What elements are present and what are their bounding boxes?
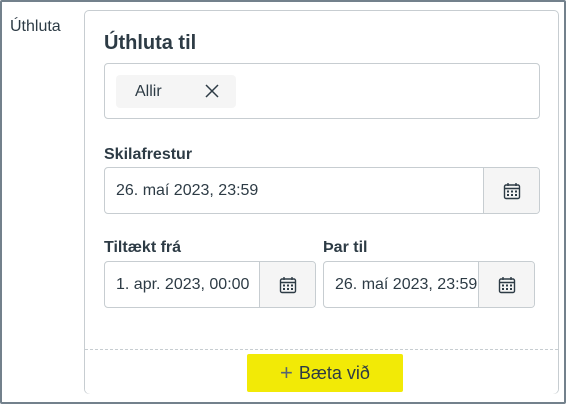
- available-from-input[interactable]: 1. apr. 2023, 00:00: [105, 262, 259, 307]
- assign-card-footer: + Bæta við: [85, 349, 558, 394]
- due-date-calendar-button[interactable]: [483, 168, 539, 213]
- assign-to-heading: Úthluta til: [104, 32, 197, 54]
- due-date-label: Skilafrestur: [104, 146, 193, 163]
- available-from-field[interactable]: 1. apr. 2023, 00:00: [104, 261, 316, 308]
- calendar-icon: [503, 182, 520, 199]
- add-assignment-label: Bæta við: [298, 362, 370, 383]
- until-label: Þar til: [323, 239, 368, 256]
- assign-card: Úthluta til Allir Skilafrestur 26. maí 2…: [84, 10, 559, 394]
- assignee-input[interactable]: Allir: [104, 63, 540, 119]
- until-calendar-button[interactable]: [478, 262, 534, 307]
- available-from-label: Tiltækt frá: [104, 239, 182, 256]
- until-field[interactable]: 26. maí 2023, 23:59: [323, 261, 535, 308]
- plus-icon: +: [280, 360, 293, 385]
- until-input[interactable]: 26. maí 2023, 23:59: [324, 262, 478, 307]
- available-from-calendar-button[interactable]: [259, 262, 315, 307]
- calendar-icon: [279, 276, 296, 293]
- assignee-chip[interactable]: Allir: [116, 75, 236, 108]
- add-assignment-button[interactable]: + Bæta við: [247, 354, 403, 392]
- assign-section-label: Úthluta: [10, 18, 61, 35]
- due-date-input[interactable]: 26. maí 2023, 23:59: [105, 168, 483, 213]
- calendar-icon: [498, 276, 515, 293]
- assignee-chip-label: Allir: [135, 82, 162, 100]
- close-icon[interactable]: [204, 83, 220, 99]
- due-date-field[interactable]: 26. maí 2023, 23:59: [104, 167, 540, 214]
